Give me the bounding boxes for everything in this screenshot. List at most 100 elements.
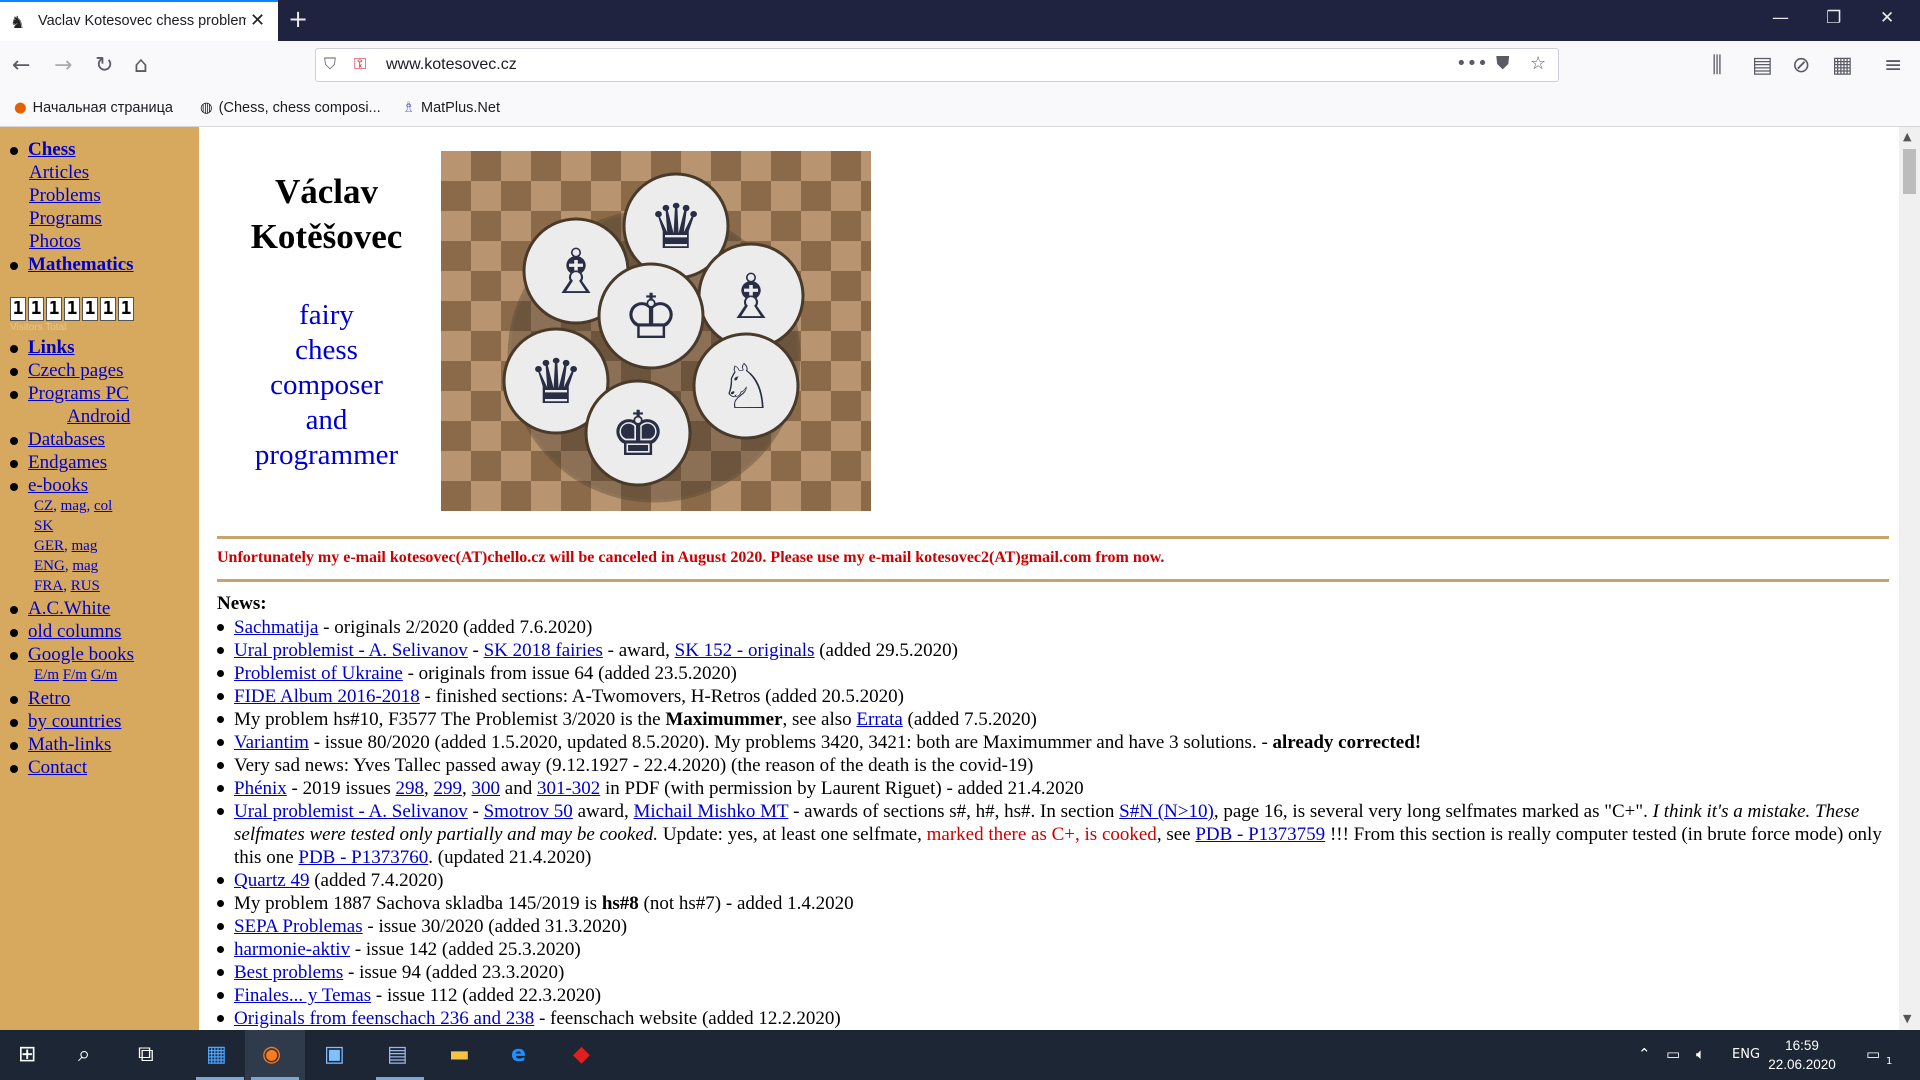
bookmark-matplus[interactable]: ♗ MatPlus.Net <box>402 100 500 116</box>
links-link[interactable]: Links <box>28 337 74 358</box>
menu-icon[interactable]: ≡ <box>1884 53 1902 78</box>
news-link[interactable]: PDB - P1373759 <box>1195 824 1325 845</box>
sidebar-item-links[interactable]: Links <box>10 337 74 359</box>
minimize-icon[interactable]: — <box>1772 8 1789 28</box>
back-icon[interactable]: ← <box>12 53 30 78</box>
acwhite-link[interactable]: A.C.White <box>28 598 110 619</box>
insecure-lock-icon[interactable]: ⚿ <box>354 54 366 74</box>
url-bar[interactable]: ⛉ ⚿ www.kotesovec.cz ••• ⛊ ☆ <box>315 48 1559 82</box>
tray-chevron-icon[interactable]: ⌃ <box>1638 1045 1651 1063</box>
ebook-ger-link[interactable]: GER <box>34 538 64 554</box>
active-tab[interactable]: ♞ Vaclav Kotesovec chess problems ✕ <box>0 0 278 41</box>
google-books-link[interactable]: Google books <box>28 644 134 665</box>
news-link[interactable]: Originals from feenschach 236 and 238 <box>234 1008 534 1029</box>
news-link[interactable]: harmonie-aktiv <box>234 939 350 960</box>
news-link[interactable]: FIDE Album 2016-2018 <box>234 686 420 707</box>
taskbar-app-explorer-window[interactable]: ▣ <box>307 1030 367 1080</box>
sidebar-item-by-countries[interactable]: by countries <box>10 711 121 733</box>
ebook-cz-mag-link[interactable]: mag <box>61 498 87 514</box>
scroll-thumb[interactable] <box>1903 149 1916 194</box>
new-tab-button[interactable]: + <box>288 5 308 33</box>
news-link[interactable]: 301-302 <box>537 778 600 799</box>
scroll-up-icon[interactable]: ▲ <box>1903 130 1911 143</box>
sidebar-item-chess[interactable]: Chess <box>10 139 76 161</box>
scroll-down-icon[interactable]: ▼ <box>1903 1012 1911 1025</box>
bookmark-home[interactable]: ● Начальная страница <box>14 100 173 116</box>
google-e-link[interactable]: E/m <box>34 667 59 683</box>
taskbar-app-calendar[interactable]: ▦ <box>190 1030 250 1080</box>
taskbar-app-network[interactable]: ▤ <box>370 1030 430 1080</box>
old-columns-link[interactable]: old columns <box>28 621 121 642</box>
notifications-icon[interactable]: ▭ <box>1866 1045 1880 1063</box>
taskbar-app-firefox[interactable]: ◉ <box>245 1030 305 1080</box>
news-link[interactable]: 299 <box>434 778 463 799</box>
ebook-eng-mag-link[interactable]: mag <box>72 558 98 574</box>
problems-link[interactable]: Problems <box>29 185 101 207</box>
shield-icon[interactable]: ⛉ <box>324 54 336 74</box>
news-link[interactable]: Ural problemist - A. Selivanov <box>234 640 468 661</box>
news-link[interactable]: Michail Mishko MT <box>633 801 788 822</box>
sidebar-item-contact[interactable]: Contact <box>10 757 87 779</box>
news-link[interactable]: Quartz 49 <box>234 870 309 891</box>
programs-pc-link[interactable]: Programs PC <box>28 383 129 404</box>
news-link[interactable]: Problemist of Ukraine <box>234 663 403 684</box>
restore-icon[interactable]: ❐ <box>1826 8 1841 28</box>
home-icon[interactable]: ⌂ <box>134 53 148 78</box>
news-link[interactable]: Best problems <box>234 962 343 983</box>
sidebar-item-czech[interactable]: Czech pages <box>10 360 123 382</box>
task-view-icon[interactable]: ⧉ <box>138 1042 154 1067</box>
taskbar-app-files[interactable]: ▬ <box>432 1030 492 1080</box>
url-text[interactable]: www.kotesovec.cz <box>386 56 517 74</box>
taskbar-app-acrobat[interactable]: ◆ <box>556 1030 616 1080</box>
programs-link[interactable]: Programs <box>29 208 102 230</box>
page-actions-icon[interactable]: ••• <box>1456 53 1488 74</box>
network-icon[interactable]: ▭ <box>1666 1045 1680 1063</box>
databases-link[interactable]: Databases <box>28 429 105 450</box>
sidebar-item-programs-pc[interactable]: Programs PC <box>10 383 129 405</box>
bookmark-star-icon[interactable]: ☆ <box>1530 53 1546 74</box>
ebook-sk-link[interactable]: SK <box>34 518 53 534</box>
news-link[interactable]: 298 <box>396 778 425 799</box>
library-icon[interactable]: ⫼ <box>1712 53 1722 78</box>
news-link[interactable]: Phénix <box>234 778 287 799</box>
ebook-cz-col-link[interactable]: col <box>94 498 112 514</box>
ebook-cz-link[interactable]: CZ <box>34 498 53 514</box>
endgames-link[interactable]: Endgames <box>28 452 107 473</box>
sidebar-item-databases[interactable]: Databases <box>10 429 105 451</box>
language-indicator[interactable]: ENG <box>1732 1047 1760 1062</box>
news-link[interactable]: Ural problemist - A. Selivanov <box>234 801 468 822</box>
news-link[interactable]: SK 152 - originals <box>675 640 815 661</box>
photos-link[interactable]: Photos <box>29 231 81 253</box>
news-link[interactable]: SEPA Problemas <box>234 916 363 937</box>
news-link[interactable]: 300 <box>472 778 501 799</box>
news-link[interactable]: Errata <box>856 709 902 730</box>
news-link[interactable]: Finales... y Temas <box>234 985 371 1006</box>
google-g-link[interactable]: G/m <box>91 667 118 683</box>
news-link[interactable]: Variantim <box>234 732 309 753</box>
clock[interactable]: 16:59 22.06.2020 <box>1767 1036 1837 1074</box>
forward-icon[interactable]: → <box>54 53 72 78</box>
sidebar-item-ebooks[interactable]: e-books <box>10 475 88 497</box>
news-link[interactable]: PDB - P1373760 <box>298 847 428 868</box>
ebook-fra-link[interactable]: FRA <box>34 578 63 594</box>
ebook-ger-mag-link[interactable]: mag <box>72 538 98 554</box>
sidebar-item-retro[interactable]: Retro <box>10 688 70 710</box>
articles-link[interactable]: Articles <box>29 162 89 184</box>
retro-link[interactable]: Retro <box>28 688 70 709</box>
search-icon[interactable]: ⌕ <box>78 1042 90 1067</box>
sidebar-item-acwhite[interactable]: A.C.White <box>10 598 110 620</box>
taskbar-app-edge[interactable]: e <box>494 1030 554 1080</box>
bookmark-chess[interactable]: ◍ (Chess, chess composi... <box>200 100 381 116</box>
sidebar-item-old-columns[interactable]: old columns <box>10 621 121 643</box>
by-countries-link[interactable]: by countries <box>28 711 121 732</box>
android-link[interactable]: Android <box>67 406 130 428</box>
extension-icon[interactable]: ▦ <box>1832 53 1853 78</box>
news-link[interactable]: Smotrov 50 <box>484 801 573 822</box>
czech-pages-link[interactable]: Czech pages <box>28 360 123 381</box>
volume-icon[interactable]: 🔈︎ <box>1696 1045 1705 1063</box>
sidebar-item-math-links[interactable]: Math-links <box>10 734 111 756</box>
ebooks-link[interactable]: e-books <box>28 475 88 496</box>
reload-icon[interactable]: ↻ <box>95 53 113 78</box>
close-tab-icon[interactable]: ✕ <box>250 10 265 31</box>
news-link[interactable]: Sachmatija <box>234 617 318 638</box>
